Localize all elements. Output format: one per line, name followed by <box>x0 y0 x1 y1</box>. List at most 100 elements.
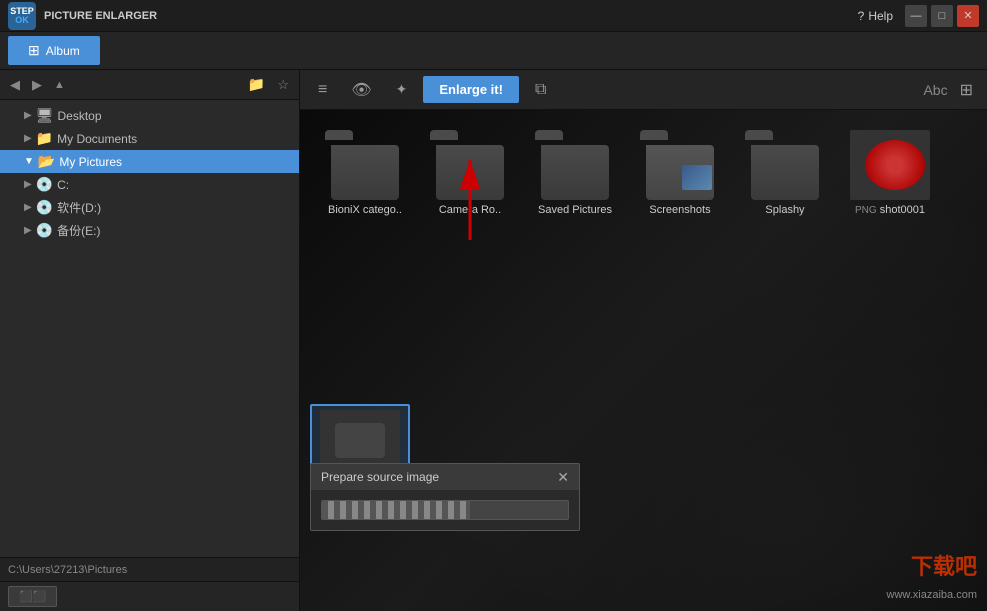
drive-icon: 💿 <box>36 176 53 193</box>
folder-icon: 📂 <box>38 153 55 170</box>
list-view-button[interactable]: ≡ <box>310 75 335 105</box>
folder-tab <box>325 130 353 140</box>
list-icon: ≡ <box>318 81 327 99</box>
folder-item-screenshots[interactable]: Screenshots <box>635 130 725 216</box>
drive-icon: 💿 <box>36 199 53 216</box>
expand-icon: ▶ <box>24 110 32 121</box>
folder-tab <box>535 130 563 140</box>
expand-icon: ▼ <box>24 156 34 167</box>
dialog-close-button[interactable]: ✕ <box>557 470 569 484</box>
enlarge-button[interactable]: Enlarge it! <box>423 76 519 103</box>
sidebar-item-label: 备份(E:) <box>57 222 100 239</box>
wand-button[interactable]: ✦ <box>388 75 416 104</box>
file-label: Screenshots <box>649 204 710 216</box>
folder-icon: 📁 <box>36 130 53 147</box>
folder-thumbnail <box>745 130 825 200</box>
folder-body <box>331 145 399 200</box>
sidebar-item-label: My Documents <box>57 132 137 146</box>
file-label: Splashy <box>765 204 804 216</box>
sidebar-item-c-drive[interactable]: ▶ 💿 C: <box>0 173 299 196</box>
expand-icon: ▶ <box>24 202 32 213</box>
grid-icon: ⊞ <box>960 82 973 99</box>
folder-preview <box>682 165 712 190</box>
sidebar-tree: ▶ 🖥 Desktop ▶ 📁 My Documents ▼ 📂 My Pict… <box>0 100 299 557</box>
grid-view-button[interactable]: ⊞ <box>956 76 977 104</box>
folder-thumbnail <box>535 130 615 200</box>
favorites-button[interactable]: ☆ <box>273 75 293 95</box>
wand-icon: ✦ <box>396 81 408 98</box>
folder-icon: 🖥 <box>36 107 54 124</box>
sidebar-item-label: My Pictures <box>59 155 122 169</box>
forward-button[interactable]: ▶ <box>28 75 46 95</box>
folder-tab <box>745 130 773 140</box>
sidebar-item-label: Desktop <box>57 109 101 123</box>
file-label: Saved Pictures <box>538 204 612 216</box>
new-folder-button[interactable]: 📁 <box>244 74 269 95</box>
progress-dialog: Prepare source image ✕ <box>310 463 580 531</box>
sidebar-item-my-pictures[interactable]: ▼ 📂 My Pictures <box>0 150 299 173</box>
folder-item-camera-roll[interactable]: Camera Ro.. <box>425 130 515 216</box>
up-button[interactable]: ▲ <box>50 77 69 93</box>
bottom-button[interactable]: ⬛⬛ <box>8 586 57 607</box>
stack-icon: ⧉ <box>535 81 546 99</box>
folder-item-saved-pictures[interactable]: Saved Pictures <box>530 130 620 216</box>
progress-bar-track <box>321 500 569 520</box>
minimize-button[interactable]: — <box>905 5 927 27</box>
back-button[interactable]: ◀ <box>6 75 24 95</box>
expand-icon: ▶ <box>24 133 32 144</box>
close-button[interactable]: ✕ <box>957 5 979 27</box>
help-icon: ? <box>858 9 865 23</box>
expand-icon: ▶ <box>24 179 32 190</box>
eye-icon: 👁 <box>351 80 371 100</box>
folder-item-bionix[interactable]: BioniX catego.. <box>320 130 410 216</box>
progress-dialog-inner: Prepare source image ✕ <box>310 463 580 531</box>
sidebar-item-label: 软件(D:) <box>57 199 101 216</box>
file-item-shot0001[interactable]: PNG shot0001 <box>845 130 935 216</box>
eye-button[interactable]: 👁 <box>343 74 379 106</box>
sidebar-item-e-drive[interactable]: ▶ 💿 备份(E:) <box>0 219 299 242</box>
title-controls: — □ ✕ <box>905 5 979 27</box>
folder-thumbnail <box>325 130 405 200</box>
file-grid: BioniX catego.. Camera Ro.. Saved Pictur… <box>300 110 987 611</box>
help-button[interactable]: ? Help <box>858 9 893 23</box>
watermark-url: www.xiazaiba.com <box>887 589 977 601</box>
file-label: PNG shot0001 <box>855 204 925 216</box>
app-title: PICTURE ENLARGER <box>44 10 858 22</box>
image-thumbnail-shot0002 <box>320 410 400 470</box>
dialog-title: Prepare source image <box>321 470 439 484</box>
menu-bar: ⊞ Album <box>0 32 987 70</box>
drive-icon: 💿 <box>36 222 53 239</box>
folder-body <box>436 145 504 200</box>
main-layout: ◀ ▶ ▲ 📁 ☆ ▶ 🖥 Desktop ▶ 📁 My Documents ▼… <box>0 70 987 611</box>
toolbar-right: Abc ⊞ <box>923 76 977 104</box>
image-content <box>865 140 925 190</box>
folder-tab <box>640 130 668 140</box>
folder-thumbnail <box>430 130 510 200</box>
camera-shape <box>335 423 385 458</box>
sidebar-item-d-drive[interactable]: ▶ 💿 软件(D:) <box>0 196 299 219</box>
folder-body <box>541 145 609 200</box>
sidebar-item-desktop[interactable]: ▶ 🖥 Desktop <box>0 104 299 127</box>
folder-thumbnail <box>640 130 720 200</box>
dialog-body <box>311 490 579 530</box>
image-thumbnail <box>850 130 930 200</box>
dialog-titlebar: Prepare source image ✕ <box>311 464 579 490</box>
content-area: ≡ 👁 ✦ Enlarge it! ⧉ Abc ⊞ <box>300 70 987 611</box>
album-button[interactable]: ⊞ Album <box>8 36 100 65</box>
stack-button[interactable]: ⧉ <box>527 75 554 105</box>
sidebar-path: C:\Users\27213\Pictures <box>0 557 299 581</box>
sidebar-item-my-documents[interactable]: ▶ 📁 My Documents <box>0 127 299 150</box>
sidebar: ◀ ▶ ▲ 📁 ☆ ▶ 🖥 Desktop ▶ 📁 My Documents ▼… <box>0 70 300 611</box>
sidebar-bottom: ⬛⬛ <box>0 581 299 611</box>
watermark: 下载吧 <box>911 549 977 581</box>
app-logo: STEP OK <box>8 2 36 30</box>
album-icon: ⊞ <box>28 42 40 59</box>
folder-item-splashy[interactable]: Splashy <box>740 130 830 216</box>
file-type-label: PNG <box>855 205 877 216</box>
maximize-button[interactable]: □ <box>931 5 953 27</box>
file-label: BioniX catego.. <box>328 204 402 216</box>
folder-tab <box>430 130 458 140</box>
folder-body <box>751 145 819 200</box>
progress-bar-fill <box>322 501 470 519</box>
sidebar-item-label: C: <box>57 178 69 192</box>
